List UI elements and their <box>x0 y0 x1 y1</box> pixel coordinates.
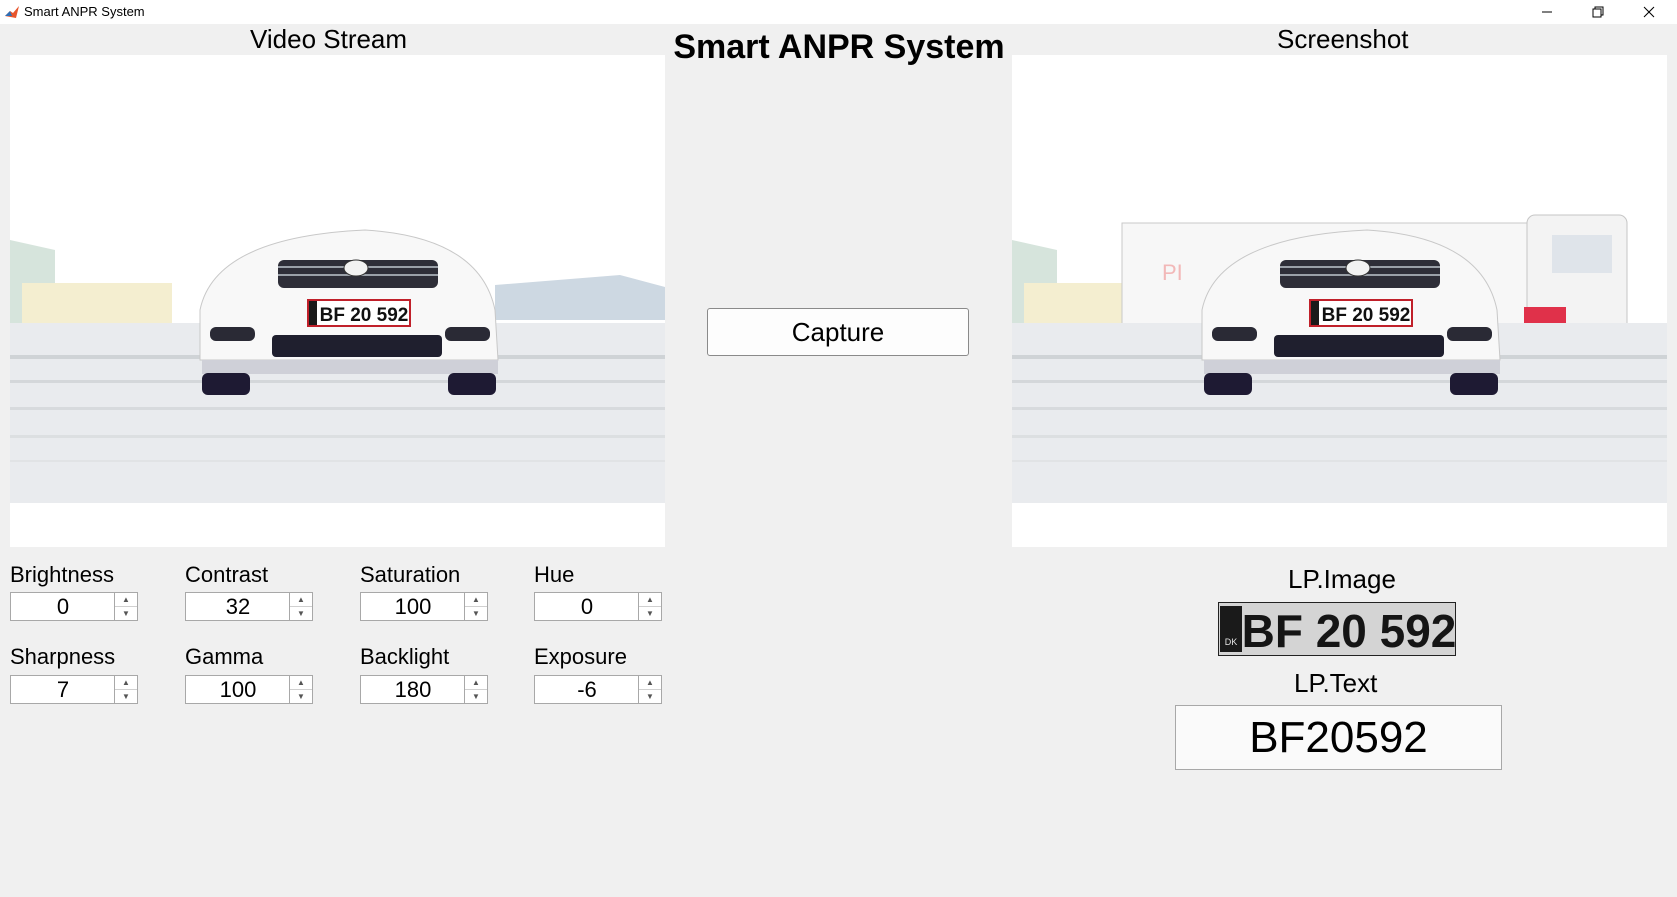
sharpness-label: Sharpness <box>10 644 116 669</box>
hue-stepper: ▲ ▼ <box>638 593 661 620</box>
sharpness-spinner: ▲ ▼ <box>10 675 138 704</box>
gamma-input[interactable] <box>186 676 290 703</box>
arrow-up-icon[interactable]: ▲ <box>639 676 661 690</box>
brightness-spinner: ▲ ▼ <box>10 592 138 621</box>
gamma-spinner: ▲ ▼ <box>185 675 313 704</box>
exposure-input[interactable] <box>535 676 639 703</box>
sharpness-stepper: ▲ ▼ <box>114 676 137 703</box>
arrow-down-icon[interactable]: ▼ <box>639 690 661 703</box>
arrow-down-icon[interactable]: ▼ <box>115 607 137 620</box>
lp-text-field: BF20592 <box>1175 705 1502 770</box>
window-title: Smart ANPR System <box>24 4 145 19</box>
contrast-stepper: ▲ ▼ <box>289 593 312 620</box>
brightness-stepper: ▲ ▼ <box>114 593 137 620</box>
arrow-up-icon[interactable]: ▲ <box>290 676 312 690</box>
hue-spinner: ▲ ▼ <box>534 592 662 621</box>
arrow-down-icon[interactable]: ▼ <box>639 607 661 620</box>
matlab-icon <box>4 4 20 20</box>
backlight-label: Backlight <box>360 644 450 669</box>
arrow-down-icon[interactable]: ▼ <box>465 690 487 703</box>
exposure-stepper: ▲ ▼ <box>638 676 661 703</box>
lp-country-code: DK <box>1225 637 1238 647</box>
svg-text:PI: PI <box>1162 260 1183 285</box>
backlight-spinner: ▲ ▼ <box>360 675 488 704</box>
lp-image-label: LP.Image <box>1288 564 1396 594</box>
arrow-down-icon[interactable]: ▼ <box>115 690 137 703</box>
contrast-label: Contrast <box>185 562 269 587</box>
app-title: Smart ANPR System <box>673 28 1005 66</box>
arrow-up-icon[interactable]: ▲ <box>639 593 661 607</box>
backlight-stepper: ▲ ▼ <box>464 676 487 703</box>
hue-input[interactable] <box>535 593 639 620</box>
brightness-label: Brightness <box>10 562 114 587</box>
sharpness-input[interactable] <box>11 676 115 703</box>
saturation-input[interactable] <box>361 593 465 620</box>
window-titlebar: Smart ANPR System <box>0 0 1677 24</box>
video-plate-text: BF 20 592 <box>320 305 409 326</box>
capture-button[interactable]: Capture <box>707 308 969 356</box>
brightness-input[interactable] <box>11 593 115 620</box>
arrow-up-icon[interactable]: ▲ <box>115 593 137 607</box>
gamma-stepper: ▲ ▼ <box>289 676 312 703</box>
arrow-up-icon[interactable]: ▲ <box>465 593 487 607</box>
contrast-spinner: ▲ ▼ <box>185 592 313 621</box>
arrow-up-icon[interactable]: ▲ <box>465 676 487 690</box>
hue-label: Hue <box>534 562 575 587</box>
saturation-stepper: ▲ ▼ <box>464 593 487 620</box>
contrast-input[interactable] <box>186 593 290 620</box>
arrow-down-icon[interactable]: ▼ <box>465 607 487 620</box>
saturation-label: Saturation <box>360 562 461 587</box>
restore-icon[interactable] <box>1575 0 1621 24</box>
minimize-icon[interactable] <box>1524 0 1570 24</box>
screenshot-title: Screenshot <box>1277 24 1409 54</box>
saturation-spinner: ▲ ▼ <box>360 592 488 621</box>
arrow-up-icon[interactable]: ▲ <box>115 676 137 690</box>
arrow-down-icon[interactable]: ▼ <box>290 690 312 703</box>
screenshot-view: PI BF 20 592 <box>1012 55 1667 547</box>
exposure-label: Exposure <box>534 644 627 669</box>
lp-image: DK BF 20 592 <box>1218 602 1456 656</box>
exposure-spinner: ▲ ▼ <box>534 675 662 704</box>
screenshot-plate-text: BF 20 592 <box>1322 305 1411 326</box>
lp-text-label: LP.Text <box>1294 668 1378 698</box>
lp-image-plate-text: BF 20 592 <box>1242 605 1456 656</box>
video-stream-view: BF 20 592 <box>10 55 665 547</box>
backlight-input[interactable] <box>361 676 465 703</box>
close-icon[interactable] <box>1626 0 1672 24</box>
gamma-label: Gamma <box>185 644 264 669</box>
video-stream-title: Video Stream <box>250 24 408 54</box>
arrow-up-icon[interactable]: ▲ <box>290 593 312 607</box>
arrow-down-icon[interactable]: ▼ <box>290 607 312 620</box>
